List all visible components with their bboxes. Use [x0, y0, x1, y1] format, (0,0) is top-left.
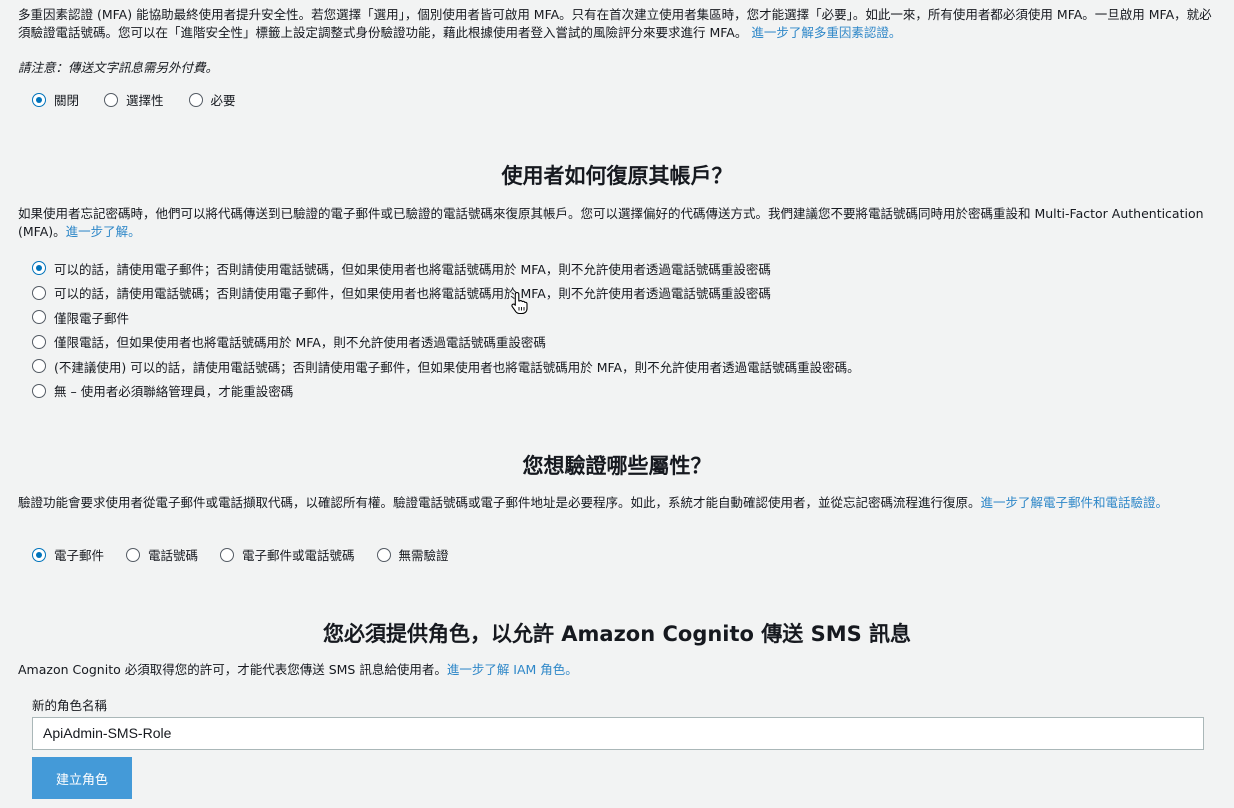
verify-option-email-or-phone[interactable]: 電子郵件或電話號碼 — [220, 545, 355, 564]
radio-selected-icon[interactable] — [32, 547, 46, 562]
mfa-options: 關閉 選擇性 必要 — [32, 90, 236, 109]
mfa-option-label: 關閉 — [54, 93, 80, 108]
recovery-option-email-first[interactable]: 可以的話，請使用電子郵件；否則請使用電話號碼，但如果使用者也將電話號碼用於 MF… — [32, 256, 860, 281]
mfa-option-optional[interactable]: 選擇性 — [104, 90, 164, 109]
verify-heading: 您想驗證哪些屬性？ — [522, 454, 712, 478]
verify-description: 驗證功能會要求使用者從電子郵件或電話擷取代碼，以確認所有權。驗證電話號碼或電子郵… — [18, 494, 1214, 512]
role-heading: 您必須提供角色，以允許 Amazon Cognito 傳送 SMS 訊息 — [322, 622, 912, 646]
mfa-description-text: 多重因素認證 (MFA) 能協助最終使用者提升安全性。若您選擇「選用」，個別使用… — [18, 7, 1212, 40]
recovery-option-phone-first[interactable]: 可以的話，請使用電話號碼；否則請使用電子郵件，但如果使用者也將電話號碼用於 MF… — [32, 281, 860, 306]
recovery-heading: 使用者如何復原其帳戶？ — [501, 164, 733, 188]
recovery-option-label: 可以的話，請使用電子郵件；否則請使用電話號碼，但如果使用者也將電話號碼用於 MF… — [54, 261, 771, 277]
recovery-description-text: 如果使用者忘記密碼時，他們可以將代碼傳送到已驗證的電子郵件或已驗證的電話號碼來復… — [18, 206, 1204, 239]
mfa-option-required[interactable]: 必要 — [188, 90, 236, 109]
recovery-learn-more-link[interactable]: 進一步了解。 — [66, 224, 141, 239]
radio-icon[interactable] — [32, 383, 46, 398]
radio-selected-icon[interactable] — [32, 261, 46, 276]
verify-option-label: 電子郵件 — [54, 548, 105, 563]
mfa-option-label: 必要 — [210, 93, 236, 108]
verify-option-label: 電話號碼 — [148, 548, 199, 563]
recovery-option-none[interactable]: 無 – 使用者必須聯絡管理員，才能重設密碼 — [32, 379, 860, 404]
role-description: Amazon Cognito 必須取得您的許可，才能代表您傳送 SMS 訊息給使… — [18, 661, 1214, 679]
verify-option-email[interactable]: 電子郵件 — [32, 545, 104, 564]
role-name-input[interactable]: ApiAdmin-SMS-Role — [32, 717, 1204, 750]
verify-option-label: 無需驗證 — [398, 548, 449, 563]
role-learn-more-link[interactable]: 進一步了解 IAM 角色。 — [447, 662, 578, 677]
verify-option-label: 電子郵件或電話號碼 — [242, 548, 355, 563]
radio-icon[interactable] — [32, 285, 46, 300]
role-description-text: Amazon Cognito 必須取得您的許可，才能代表您傳送 SMS 訊息給使… — [18, 662, 447, 677]
radio-selected-icon[interactable] — [32, 92, 46, 107]
recovery-options: 可以的話，請使用電子郵件；否則請使用電話號碼，但如果使用者也將電話號碼用於 MF… — [32, 256, 860, 403]
verify-options: 電子郵件 電話號碼 電子郵件或電話號碼 無需驗證 — [32, 545, 449, 564]
mfa-description: 多重因素認證 (MFA) 能協助最終使用者提升安全性。若您選擇「選用」，個別使用… — [18, 6, 1214, 42]
verify-learn-more-link[interactable]: 進一步了解電子郵件和電話驗證。 — [981, 495, 1169, 510]
verify-option-none[interactable]: 無需驗證 — [376, 545, 449, 564]
radio-icon[interactable] — [32, 310, 46, 325]
verify-description-text: 驗證功能會要求使用者從電子郵件或電話擷取代碼，以確認所有權。驗證電話號碼或電子郵… — [18, 495, 981, 510]
radio-icon[interactable] — [126, 547, 141, 562]
radio-icon[interactable] — [220, 547, 235, 562]
radio-icon[interactable] — [32, 359, 46, 374]
mfa-option-off[interactable]: 關閉 — [32, 90, 79, 109]
radio-icon[interactable] — [376, 547, 391, 562]
recovery-option-label: 可以的話，請使用電話號碼；否則請使用電子郵件，但如果使用者也將電話號碼用於 MF… — [54, 286, 771, 302]
recovery-option-label: 僅限電話，但如果使用者也將電話號碼用於 MFA，則不允許使用者透過電話號碼重設密… — [54, 335, 546, 351]
recovery-option-label: (不建議使用) 可以的話，請使用電話號碼；否則請使用電子郵件，但如果使用者也將電… — [54, 359, 860, 375]
mfa-option-label: 選擇性 — [126, 93, 164, 108]
mfa-learn-more-link[interactable]: 進一步了解多重因素認證。 — [751, 25, 901, 40]
recovery-option-not-recommended[interactable]: (不建議使用) 可以的話，請使用電話號碼；否則請使用電子郵件，但如果使用者也將電… — [32, 354, 860, 379]
hand-cursor-icon — [511, 291, 528, 315]
recovery-option-phone-only[interactable]: 僅限電話，但如果使用者也將電話號碼用於 MFA，則不允許使用者透過電話號碼重設密… — [32, 330, 860, 355]
create-role-button[interactable]: 建立角色 — [32, 757, 132, 799]
radio-icon[interactable] — [32, 334, 46, 349]
recovery-description: 如果使用者忘記密碼時，他們可以將代碼傳送到已驗證的電子郵件或已驗證的電話號碼來復… — [18, 205, 1214, 241]
sms-cost-note: 請注意：傳送文字訊息需另外付費。 — [18, 60, 219, 75]
radio-icon[interactable] — [104, 92, 119, 107]
recovery-option-label: 無 – 使用者必須聯絡管理員，才能重設密碼 — [54, 384, 294, 400]
role-name-label: 新的角色名稱 — [32, 698, 108, 713]
recovery-option-label: 僅限電子郵件 — [54, 310, 130, 326]
recovery-option-email-only[interactable]: 僅限電子郵件 — [32, 305, 860, 330]
radio-icon[interactable] — [188, 92, 203, 107]
verify-option-phone[interactable]: 電話號碼 — [126, 545, 198, 564]
